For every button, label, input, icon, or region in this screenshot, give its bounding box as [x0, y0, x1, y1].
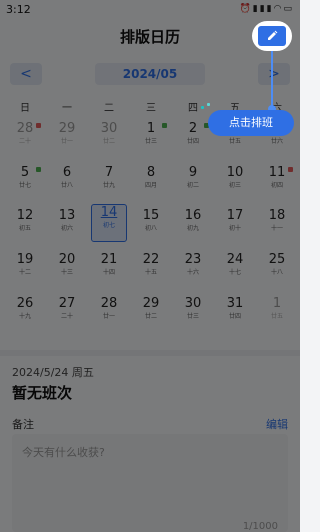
schedule-edit-button-inner [258, 26, 286, 46]
guide-sparkle [201, 106, 204, 109]
guide-tooltip[interactable]: 点击排班 [208, 110, 294, 136]
pencil-icon [268, 30, 278, 40]
schedule-edit-button[interactable] [252, 21, 292, 51]
guide-overlay[interactable] [0, 0, 300, 532]
guide-connector [271, 51, 273, 109]
guide-sparkle [207, 103, 210, 106]
